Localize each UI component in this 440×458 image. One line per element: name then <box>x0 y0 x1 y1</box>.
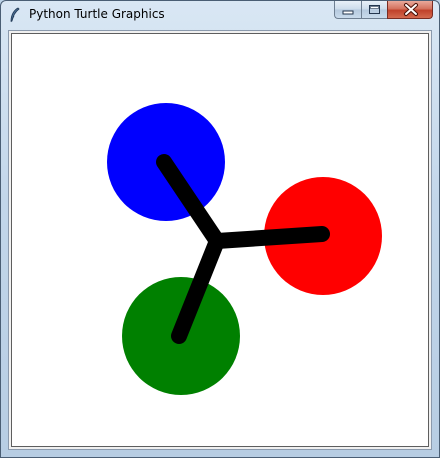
drawing-surface <box>107 103 382 395</box>
window-title: Python Turtle Graphics <box>29 7 165 21</box>
minimize-button[interactable] <box>334 1 361 19</box>
line-to-red <box>209 226 330 249</box>
minimize-icon <box>342 10 354 15</box>
close-button[interactable] <box>387 1 433 19</box>
maximize-button[interactable] <box>361 1 387 19</box>
title-bar[interactable]: Python Turtle Graphics <box>1 1 439 29</box>
close-icon <box>404 3 418 16</box>
turtle-canvas[interactable] <box>11 33 429 447</box>
turtle-window: Python Turtle Graphics <box>0 0 440 458</box>
feather-icon <box>10 7 20 23</box>
maximize-icon <box>369 5 380 14</box>
window-controls <box>334 1 433 20</box>
